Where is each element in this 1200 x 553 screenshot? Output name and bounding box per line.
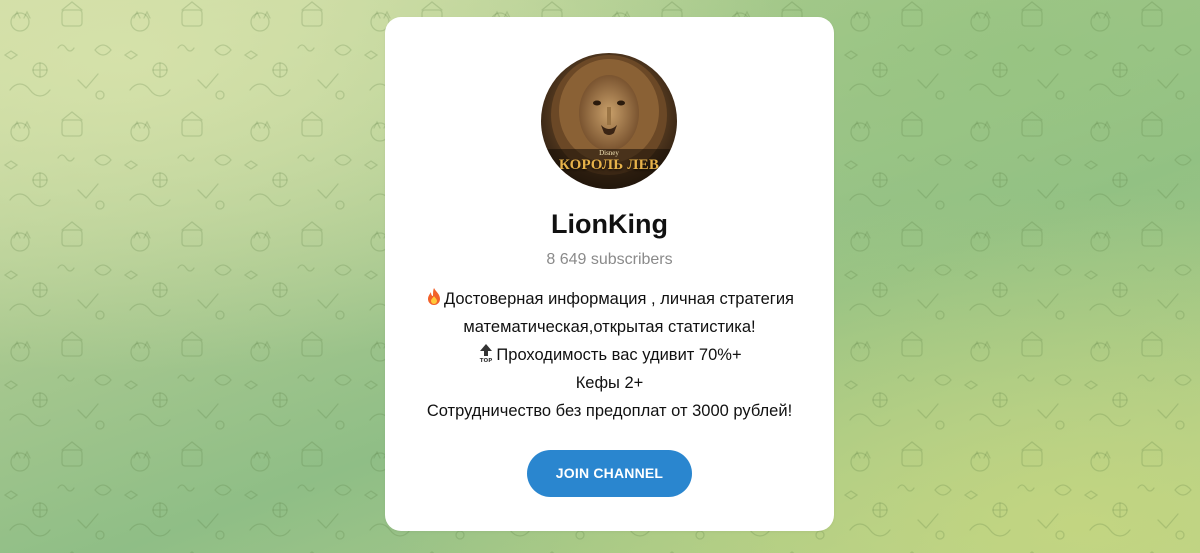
subscriber-count: 8 649 subscribers: [546, 251, 673, 268]
avatar-title-text: КОРОЛЬ ЛЕВ: [558, 157, 660, 173]
channel-card: Disney КОРОЛЬ ЛЕВ LionKing 8 649 subscri…: [385, 17, 834, 531]
svg-text:TOP: TOP: [480, 358, 492, 363]
channel-title: LionKing: [551, 209, 668, 239]
top-arrow-icon: TOP: [480, 344, 493, 363]
join-channel-button[interactable]: JOIN CHANNEL: [527, 450, 692, 497]
description-line-1: Достоверная информация , личная стратеги…: [395, 285, 824, 313]
description-line-3-text: Проходимость вас удивит 70%+: [496, 346, 742, 364]
channel-description: Достоверная информация , личная стратеги…: [395, 285, 824, 425]
description-line-2: математическая,открытая статистика!: [463, 318, 756, 336]
description-line-3: TOP Проходимость вас удивит 70%+: [395, 341, 824, 369]
description-line-4: Кефы 2+: [575, 374, 644, 392]
channel-avatar: Disney КОРОЛЬ ЛЕВ: [541, 53, 677, 189]
fire-icon: [428, 288, 440, 305]
avatar-brand-text: Disney: [599, 149, 619, 157]
description-line-5: Сотрудничество без предоплат от 3000 руб…: [426, 402, 793, 420]
description-line-1-text: Достоверная информация , личная стратеги…: [444, 290, 794, 308]
